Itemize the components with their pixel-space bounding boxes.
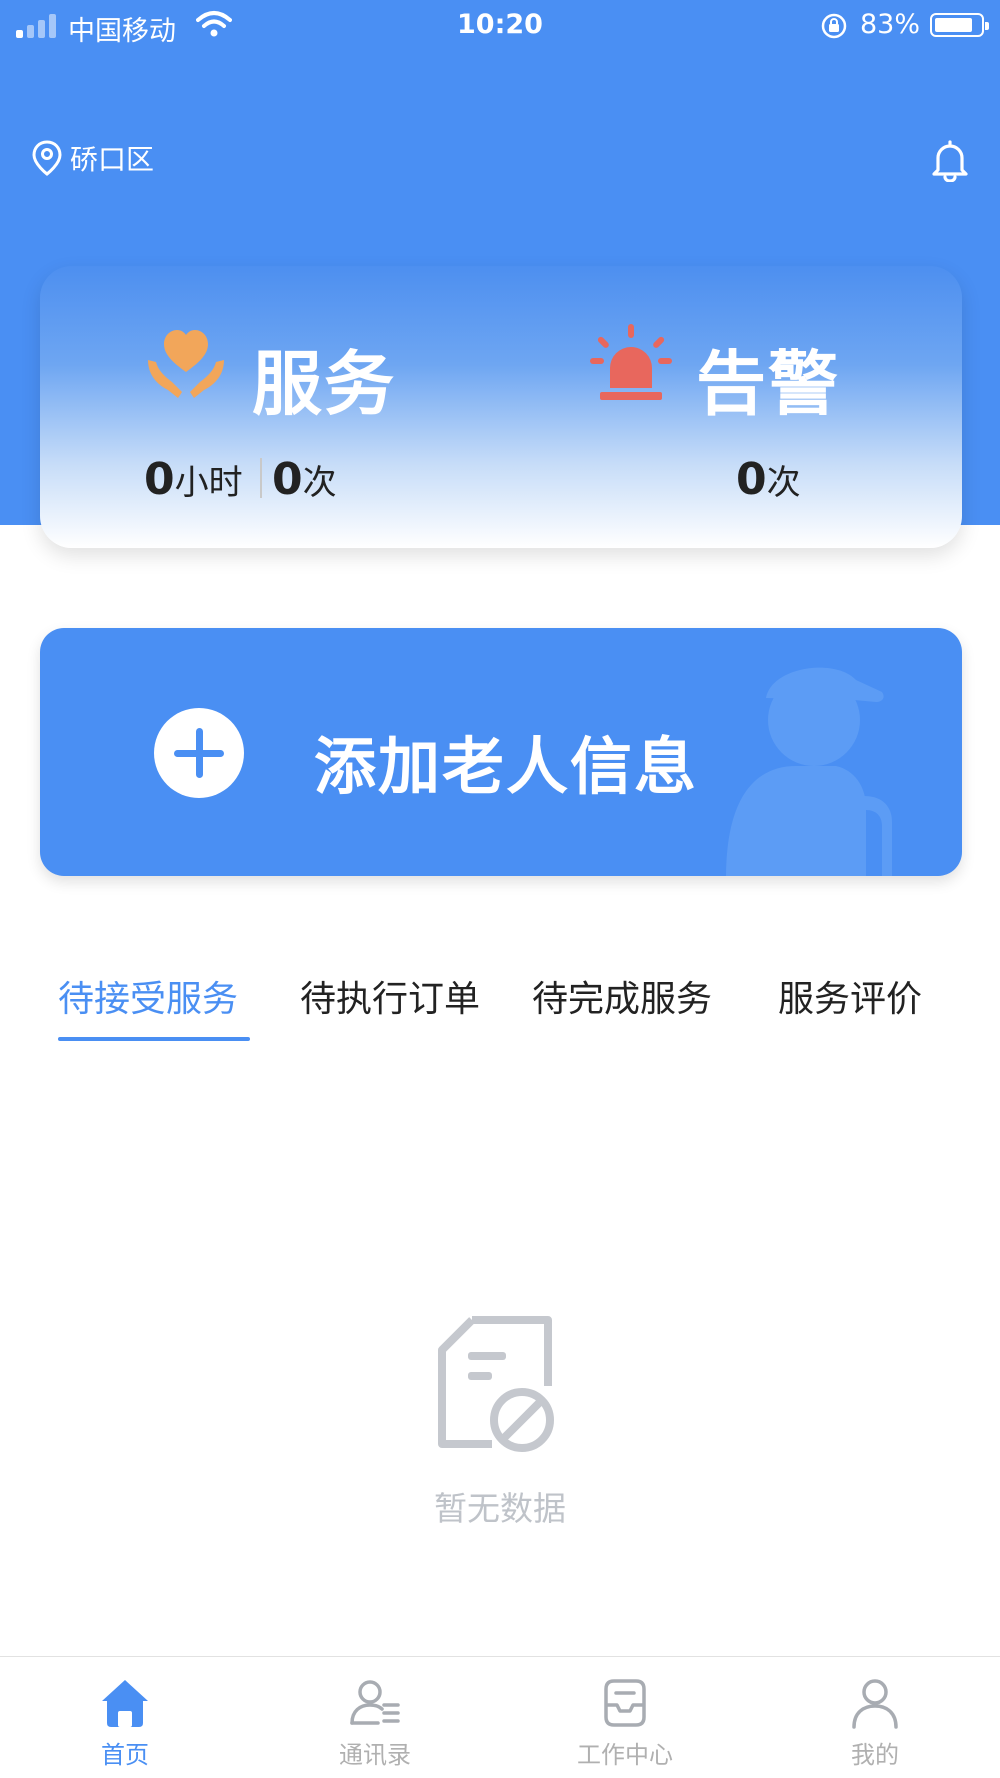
add-elder-label: 添加老人信息 xyxy=(314,730,699,803)
tab-pending-complete[interactable]: 待完成服务 xyxy=(532,970,712,1022)
nav-work-center-label: 工作中心 xyxy=(577,1741,673,1769)
alarm-siren-icon xyxy=(590,324,672,400)
service-count-unit: 次 xyxy=(302,463,337,503)
service-hours-value: 0 xyxy=(144,454,175,505)
nav-mine[interactable]: 我的 xyxy=(750,1657,1000,1778)
service-hours-unit: 小时 xyxy=(174,463,243,503)
nav-contacts[interactable]: 通讯录 xyxy=(250,1657,500,1778)
service-count-value: 0 xyxy=(272,454,303,505)
location-pin-icon xyxy=(32,140,62,176)
no-data-icon xyxy=(438,1316,554,1452)
rotation-lock-icon xyxy=(821,13,847,39)
nav-home[interactable]: 首页 xyxy=(0,1657,250,1778)
service-count: 0次 xyxy=(272,454,337,505)
bottom-nav: 首页 通讯录 工作中心 我的 xyxy=(0,1656,1000,1778)
service-title: 服务 xyxy=(252,343,396,425)
location-label: 硚口区 xyxy=(70,143,155,176)
plus-icon xyxy=(154,708,244,798)
clock: 10:20 xyxy=(457,9,543,40)
empty-state-text: 暂无数据 xyxy=(434,1489,566,1528)
location-selector[interactable]: 硚口区 xyxy=(32,138,154,178)
alarm-count-unit: 次 xyxy=(766,463,801,503)
notification-bell-icon[interactable] xyxy=(928,138,972,182)
user-icon xyxy=(852,1679,898,1729)
heart-hands-icon xyxy=(148,330,224,398)
inbox-icon xyxy=(604,1679,646,1727)
nav-work-center[interactable]: 工作中心 xyxy=(500,1657,750,1778)
stats-card: 服务 0小时 0次 告警 0次 xyxy=(40,266,962,548)
active-tab-indicator xyxy=(58,1037,250,1041)
nav-home-label: 首页 xyxy=(101,1741,149,1769)
tab-service-review[interactable]: 服务评价 xyxy=(778,970,922,1022)
nav-mine-label: 我的 xyxy=(851,1741,899,1769)
battery-icon xyxy=(930,13,989,37)
alarm-count-value: 0 xyxy=(736,454,767,505)
add-elder-button[interactable]: 添加老人信息 xyxy=(40,628,962,876)
service-hours: 0小时 xyxy=(144,454,243,505)
stats-divider xyxy=(260,458,262,498)
contacts-icon xyxy=(350,1680,400,1725)
tab-pending-execute[interactable]: 待执行订单 xyxy=(300,970,480,1022)
elderly-person-icon xyxy=(726,667,892,876)
tab-pending-accept[interactable]: 待接受服务 xyxy=(58,970,238,1022)
nav-contacts-label: 通讯录 xyxy=(339,1741,411,1769)
home-icon xyxy=(102,1680,148,1727)
order-tabs: 待接受服务 待执行订单 待完成服务 服务评价 xyxy=(0,970,1000,1044)
alarm-count: 0次 xyxy=(736,454,801,505)
alarm-title: 告警 xyxy=(696,343,840,425)
battery-percent: 83% xyxy=(860,9,921,40)
status-bar: 中国移动 10:20 83% xyxy=(0,0,1000,52)
